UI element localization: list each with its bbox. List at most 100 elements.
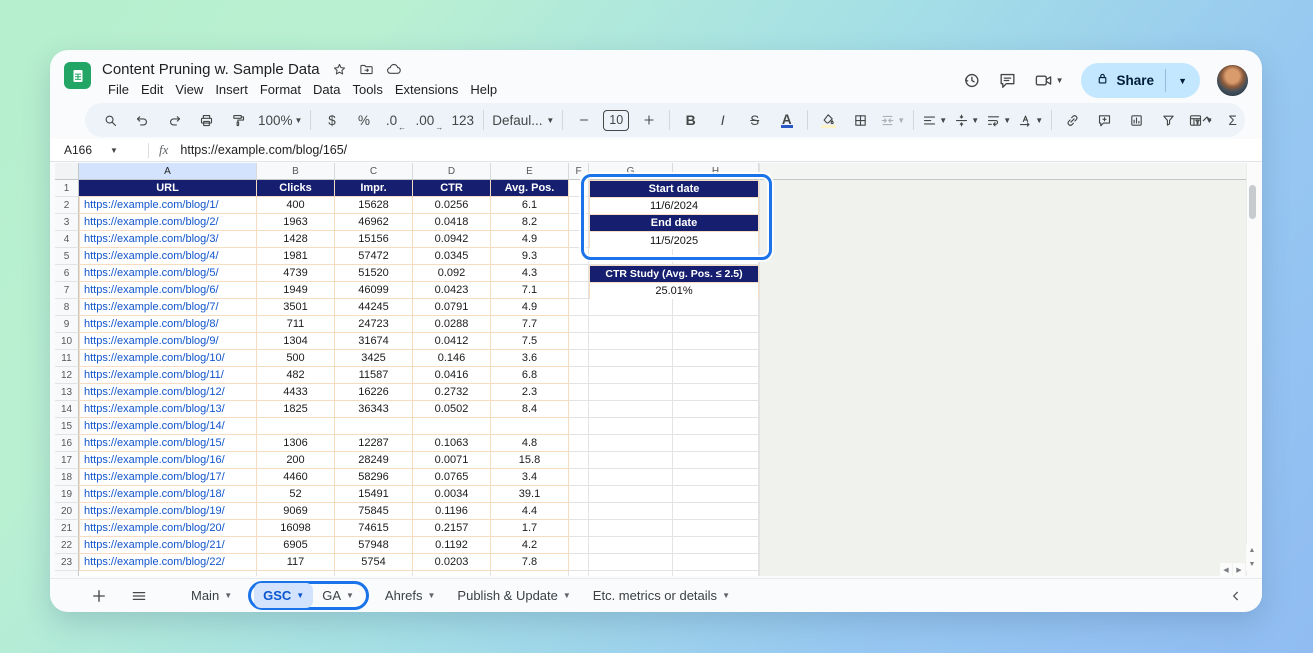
sheets-logo[interactable] — [64, 62, 91, 89]
ctr-study-block[interactable]: CTR Study (Avg. Pos. ≤ 2.5) 25.01% — [589, 265, 759, 299]
menu-item-insert[interactable]: Insert — [209, 81, 254, 98]
empty-cell[interactable] — [589, 333, 673, 350]
empty-cell[interactable] — [569, 537, 589, 554]
column-header-C[interactable]: C — [335, 163, 413, 180]
data-cell[interactable]: 1304 — [257, 333, 335, 350]
menu-item-help[interactable]: Help — [464, 81, 503, 98]
formula-input[interactable]: https://example.com/blog/165/ — [180, 143, 347, 157]
empty-cell[interactable] — [589, 537, 673, 554]
meet-video-icon[interactable]: ▼ — [1034, 71, 1064, 90]
url-cell[interactable]: https://example.com/blog/13/ — [79, 401, 257, 418]
redo-button[interactable] — [159, 107, 190, 133]
avatar[interactable] — [1217, 65, 1248, 96]
empty-cell[interactable] — [673, 469, 759, 486]
format-percent-button[interactable]: % — [348, 107, 379, 133]
row-header-15[interactable]: 15 — [55, 418, 79, 435]
sheet-tab-gsc[interactable]: GSC▼ — [254, 583, 313, 608]
increase-font-size-button[interactable] — [633, 107, 664, 133]
url-cell[interactable]: https://example.com/blog/2/ — [79, 214, 257, 231]
empty-cell[interactable] — [589, 503, 673, 520]
empty-cell[interactable] — [569, 299, 589, 316]
empty-cell[interactable] — [673, 333, 759, 350]
table-header-cell-avg-pos[interactable]: Avg. Pos. — [491, 180, 569, 197]
empty-cell[interactable] — [569, 401, 589, 418]
insert-comment-button[interactable] — [1089, 107, 1120, 133]
insert-chart-button[interactable] — [1121, 107, 1152, 133]
row-header-13[interactable]: 13 — [55, 384, 79, 401]
zoom-select[interactable]: 100%▼ — [255, 107, 305, 133]
empty-cell[interactable] — [569, 571, 589, 576]
empty-cell[interactable] — [569, 486, 589, 503]
empty-cell[interactable] — [569, 452, 589, 469]
menus-search-button[interactable] — [95, 107, 126, 133]
data-cell[interactable]: 16098 — [257, 520, 335, 537]
url-cell[interactable]: https://example.com/blog/21/ — [79, 537, 257, 554]
empty-cell[interactable] — [589, 486, 673, 503]
bold-button[interactable]: B — [675, 107, 706, 133]
column-header-D[interactable]: D — [413, 163, 491, 180]
table-header-cell-impr[interactable]: Impr. — [335, 180, 413, 197]
row-header-12[interactable]: 12 — [55, 367, 79, 384]
url-cell[interactable]: https://example.com/blog/6/ — [79, 282, 257, 299]
data-cell[interactable]: 3425 — [335, 350, 413, 367]
cloud-saved-icon[interactable] — [386, 61, 402, 77]
row-header-24[interactable] — [55, 571, 79, 576]
empty-cell[interactable] — [569, 418, 589, 435]
row-header-3[interactable]: 3 — [55, 214, 79, 231]
select-all-corner[interactable] — [55, 163, 79, 180]
empty-cell[interactable] — [589, 367, 673, 384]
data-cell[interactable]: 16226 — [335, 384, 413, 401]
name-box-caret-icon[interactable]: ▼ — [110, 146, 118, 155]
vertical-scrollbar-thumb[interactable] — [1249, 185, 1256, 219]
url-cell[interactable]: https://example.com/blog/19/ — [79, 503, 257, 520]
empty-cell[interactable] — [589, 469, 673, 486]
empty-cell[interactable] — [589, 520, 673, 537]
empty-cell[interactable] — [491, 571, 569, 576]
row-header-4[interactable]: 4 — [55, 231, 79, 248]
row-header-17[interactable]: 17 — [55, 452, 79, 469]
sheet-tab-main[interactable]: Main▼ — [182, 583, 241, 608]
meet-dropdown-caret-icon[interactable]: ▼ — [1056, 76, 1064, 85]
data-cell[interactable]: 8.2 — [491, 214, 569, 231]
data-cell[interactable]: 0.0288 — [413, 316, 491, 333]
data-cell[interactable]: 4.9 — [491, 231, 569, 248]
data-cell[interactable] — [491, 418, 569, 435]
data-cell[interactable] — [413, 418, 491, 435]
url-cell[interactable]: https://example.com/blog/22/ — [79, 554, 257, 571]
data-cell[interactable]: 0.2157 — [413, 520, 491, 537]
empty-cell[interactable] — [413, 571, 491, 576]
scroll-left-icon[interactable]: ◀ — [1220, 563, 1232, 576]
empty-cell[interactable] — [589, 401, 673, 418]
empty-cell[interactable] — [569, 469, 589, 486]
empty-cell[interactable] — [673, 571, 759, 576]
column-header-B[interactable]: B — [257, 163, 335, 180]
empty-cell[interactable] — [569, 367, 589, 384]
all-sheets-button[interactable] — [130, 587, 148, 605]
data-cell[interactable]: 3.4 — [491, 469, 569, 486]
insert-link-button[interactable] — [1057, 107, 1088, 133]
row-header-2[interactable]: 2 — [55, 197, 79, 214]
font-size-input[interactable]: 10 — [600, 107, 632, 133]
data-cell[interactable]: 4.3 — [491, 265, 569, 282]
ctr-study-label-cell[interactable]: CTR Study (Avg. Pos. ≤ 2.5) — [590, 266, 758, 283]
empty-cell[interactable] — [673, 554, 759, 571]
scroll-up-icon[interactable]: ▲ — [1246, 544, 1258, 557]
data-cell[interactable]: 3.6 — [491, 350, 569, 367]
data-cell[interactable]: 24723 — [335, 316, 413, 333]
data-cell[interactable]: 0.0418 — [413, 214, 491, 231]
menu-item-data[interactable]: Data — [307, 81, 346, 98]
url-cell[interactable]: https://example.com/blog/1/ — [79, 197, 257, 214]
data-cell[interactable]: 44245 — [335, 299, 413, 316]
data-cell[interactable]: 7.7 — [491, 316, 569, 333]
data-cell[interactable]: 500 — [257, 350, 335, 367]
row-header-21[interactable]: 21 — [55, 520, 79, 537]
url-cell[interactable]: https://example.com/blog/4/ — [79, 248, 257, 265]
data-cell[interactable]: 0.1192 — [413, 537, 491, 554]
url-cell[interactable]: https://example.com/blog/10/ — [79, 350, 257, 367]
data-cell[interactable]: 28249 — [335, 452, 413, 469]
data-cell[interactable]: 46099 — [335, 282, 413, 299]
data-cell[interactable]: 6905 — [257, 537, 335, 554]
data-cell[interactable]: 0.146 — [413, 350, 491, 367]
data-cell[interactable]: 0.0345 — [413, 248, 491, 265]
row-header-11[interactable]: 11 — [55, 350, 79, 367]
